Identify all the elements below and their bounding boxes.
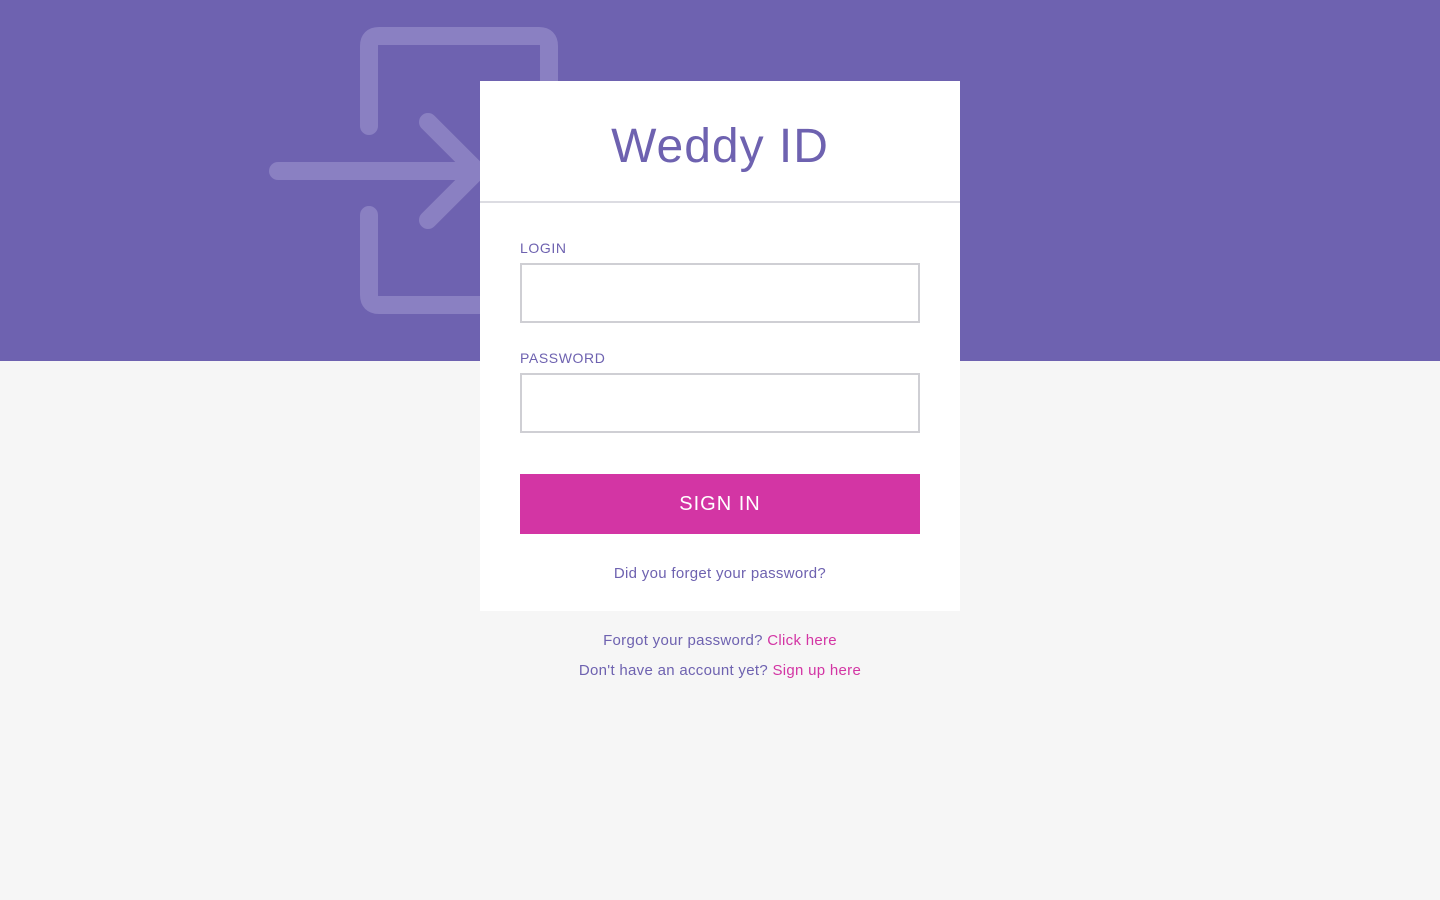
forgot-password-link[interactable]: Did you forget your password? — [520, 565, 920, 582]
sign-up-link[interactable]: Sign up here — [772, 662, 861, 679]
signup-row: Don't have an account yet? Sign up here — [480, 659, 960, 689]
forgot-password-row: Forgot your password? Click here — [480, 629, 960, 659]
login-page: Weddy ID LOGIN PASSWORD SIGN IN Did you … — [0, 0, 1440, 900]
password-input[interactable] — [520, 373, 920, 433]
click-here-link[interactable]: Click here — [767, 632, 837, 649]
login-input[interactable] — [520, 263, 920, 323]
sign-in-button[interactable]: SIGN IN — [520, 474, 920, 534]
forgot-password-text: Forgot your password? — [603, 632, 763, 649]
account-links: Forgot your password? Click here Don't h… — [480, 629, 960, 689]
signup-text: Don't have an account yet? — [578, 662, 768, 679]
page-title: Weddy ID — [611, 119, 829, 173]
login-card: Weddy ID LOGIN PASSWORD SIGN IN Did you … — [480, 81, 960, 611]
login-form: LOGIN PASSWORD SIGN IN Did you forget yo… — [480, 203, 960, 582]
password-label: PASSWORD — [520, 350, 606, 366]
login-label: LOGIN — [520, 240, 567, 256]
card-header: Weddy ID — [480, 81, 960, 203]
